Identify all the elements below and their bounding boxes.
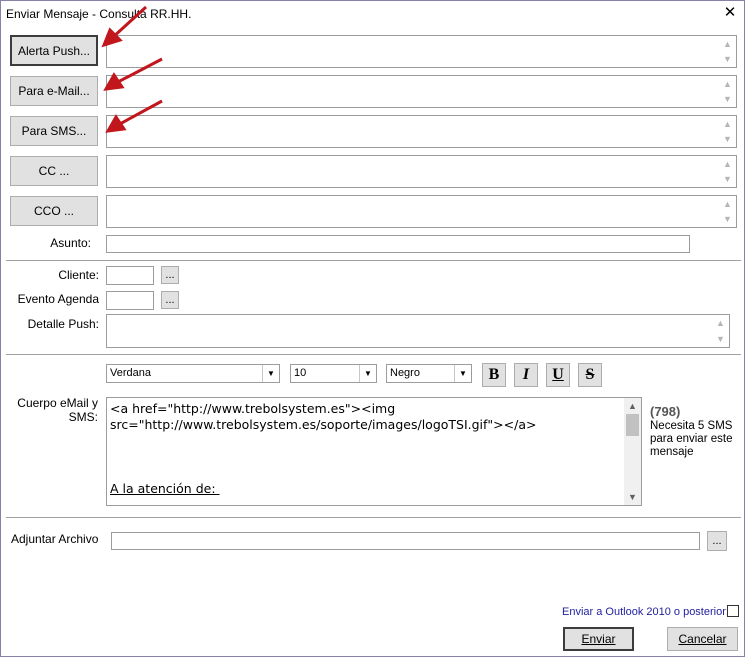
enviar-button[interactable]: Enviar: [563, 627, 634, 651]
annotation-arrows: [101, 5, 163, 133]
adjuntar-input[interactable]: [111, 532, 700, 550]
cuerpo-attention-line: A la atención de:: [110, 481, 220, 496]
bold-button[interactable]: B: [482, 363, 506, 387]
alerta-push-button[interactable]: Alerta Push...: [10, 35, 98, 66]
evento-input[interactable]: [106, 291, 154, 310]
evento-label: Evento Agenda: [17, 292, 99, 306]
scroll-up-icon[interactable]: ▲: [719, 37, 736, 51]
annotation-arrow: [115, 57, 163, 85]
asunto-label: Asunto:: [50, 236, 91, 250]
cliente-label: Cliente:: [58, 268, 99, 282]
color-select[interactable]: Negro ▼: [386, 364, 472, 383]
divider: [6, 354, 741, 355]
italic-button[interactable]: I: [514, 363, 538, 387]
cliente-browse-button[interactable]: ...: [161, 266, 179, 284]
scroll-up-icon[interactable]: ▲: [719, 157, 736, 171]
sms-char-count: (798): [650, 404, 681, 419]
adjuntar-browse-button[interactable]: ...: [707, 531, 727, 551]
para-sms-button[interactable]: Para SMS...: [10, 116, 98, 146]
adjuntar-label: Adjuntar Archivo: [11, 532, 99, 546]
cuerpo-line: <a href="http://www.trebolsystem.es"><im…: [110, 401, 396, 416]
outlook-checkbox[interactable]: [727, 605, 739, 617]
cancelar-label: Cancelar: [678, 632, 727, 646]
chevron-down-icon[interactable]: ▼: [454, 365, 471, 382]
scroll-down-icon[interactable]: ▼: [624, 490, 641, 504]
strikethrough-button[interactable]: S: [578, 363, 602, 387]
cuerpo-line: src="http://www.trebolsystem.es/soporte/…: [110, 417, 537, 432]
annotation-arrowhead: [105, 114, 127, 133]
color-select-value: Negro: [390, 367, 420, 379]
scroll-down-icon[interactable]: ▼: [719, 132, 736, 146]
divider: [6, 517, 741, 518]
annotation-arrow: [117, 99, 163, 127]
scroll-up-icon[interactable]: ▲: [624, 399, 641, 413]
annotation-arrow: [110, 5, 148, 40]
evento-browse-button[interactable]: ...: [161, 291, 179, 309]
cuerpo-textarea[interactable]: <a href="http://www.trebolsystem.es"><im…: [106, 397, 642, 506]
scrollbar[interactable]: ▲ ▼: [719, 196, 736, 227]
cco-button[interactable]: CCO ...: [10, 196, 98, 226]
size-select[interactable]: 10 ▼: [290, 364, 377, 383]
scrollbar-thumb[interactable]: [626, 414, 639, 436]
underline-button[interactable]: U: [546, 363, 570, 387]
scroll-down-icon[interactable]: ▼: [719, 212, 736, 226]
scroll-down-icon[interactable]: ▼: [719, 52, 736, 66]
chevron-down-icon[interactable]: ▼: [262, 365, 279, 382]
cuerpo-text[interactable]: <a href="http://www.trebolsystem.es"><im…: [110, 401, 619, 497]
cc-field[interactable]: ▲ ▼: [106, 155, 737, 188]
para-email-button[interactable]: Para e-Mail...: [10, 76, 98, 106]
divider: [6, 260, 741, 261]
scroll-up-icon[interactable]: ▲: [719, 197, 736, 211]
scrollbar[interactable]: ▲ ▼: [719, 76, 736, 107]
scroll-down-icon[interactable]: ▼: [719, 172, 736, 186]
enviar-label: Enviar: [581, 632, 616, 646]
close-button[interactable]: ✕: [719, 4, 741, 22]
detalle-push-label: Detalle Push:: [27, 317, 99, 331]
cco-field[interactable]: ▲ ▼: [106, 195, 737, 228]
scroll-down-icon[interactable]: ▼: [719, 92, 736, 106]
scroll-down-icon[interactable]: ▼: [712, 332, 729, 346]
asunto-input[interactable]: [106, 235, 690, 253]
alerta-push-field[interactable]: ▲ ▼: [106, 35, 737, 68]
scrollbar[interactable]: ▲ ▼: [719, 36, 736, 67]
detalle-push-field[interactable]: ▲ ▼: [106, 314, 730, 348]
sms-info-text: Necesita 5 SMS para enviar este mensaje: [650, 420, 733, 458]
font-select-value: Verdana: [110, 367, 151, 379]
cc-button[interactable]: CC ...: [10, 156, 98, 186]
annotation-arrowhead: [103, 72, 125, 91]
scrollbar[interactable]: ▲ ▼: [712, 315, 729, 347]
cancelar-button[interactable]: Cancelar: [667, 627, 738, 651]
scrollbar[interactable]: ▲ ▼: [624, 398, 641, 505]
chevron-down-icon[interactable]: ▼: [359, 365, 376, 382]
size-select-value: 10: [294, 367, 307, 379]
cuerpo-label: Cuerpo eMail y SMS:: [17, 396, 98, 424]
scroll-up-icon[interactable]: ▲: [712, 316, 729, 330]
para-email-field[interactable]: ▲ ▼: [106, 75, 737, 108]
dialog-window: Enviar Mensaje - Consulta RR.HH. ✕ Alert…: [0, 0, 745, 657]
scroll-up-icon[interactable]: ▲: [719, 77, 736, 91]
font-select[interactable]: Verdana ▼: [106, 364, 280, 383]
outlook-label: Enviar a Outlook 2010 o posterior:: [562, 606, 729, 618]
cliente-input[interactable]: [106, 266, 154, 285]
para-sms-field[interactable]: ▲ ▼: [106, 115, 737, 148]
scrollbar[interactable]: ▲ ▼: [719, 116, 736, 147]
scrollbar[interactable]: ▲ ▼: [719, 156, 736, 187]
scroll-up-icon[interactable]: ▲: [719, 117, 736, 131]
